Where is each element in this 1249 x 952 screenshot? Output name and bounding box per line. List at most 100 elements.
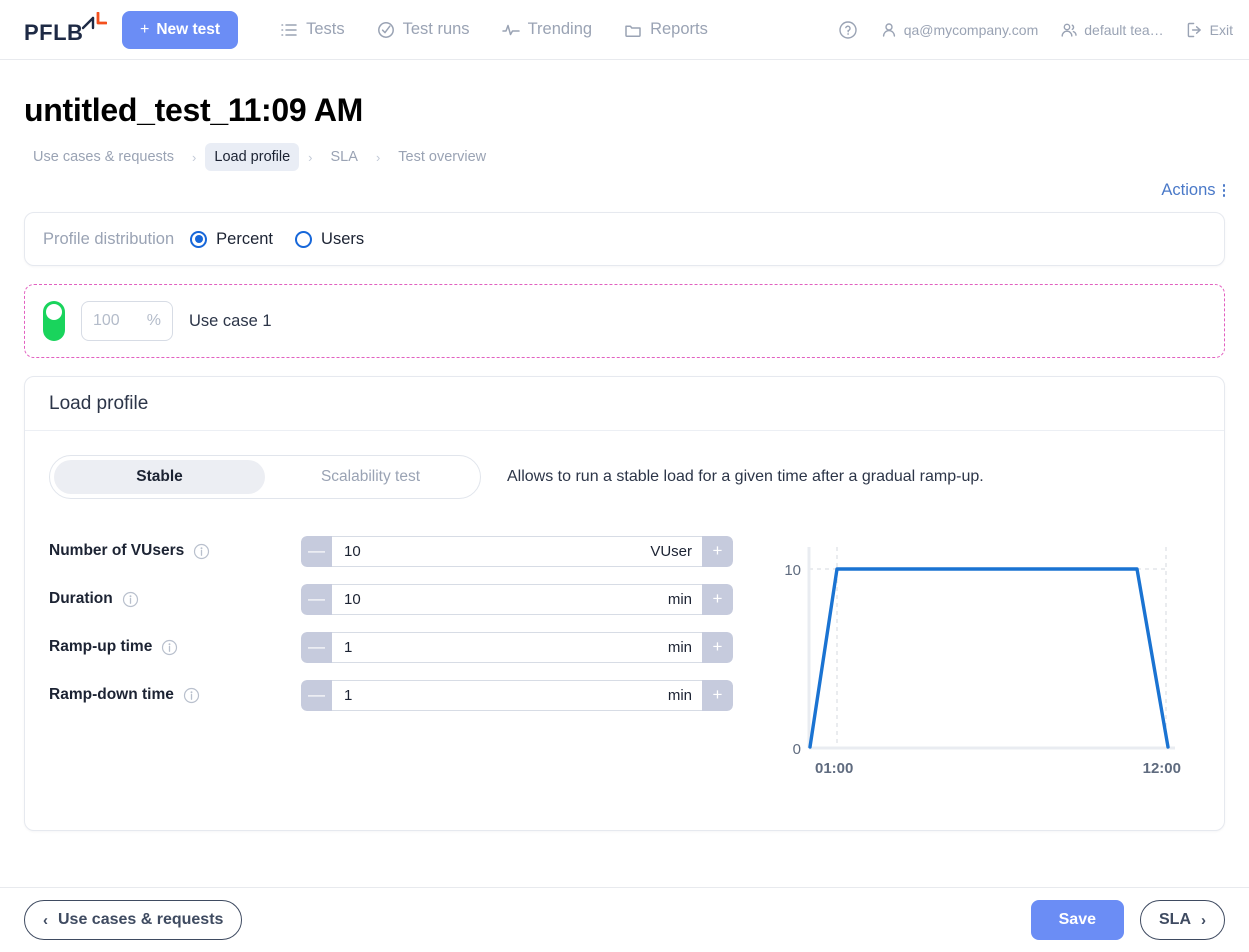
folder-icon bbox=[625, 24, 641, 37]
info-icon[interactable] bbox=[122, 591, 139, 608]
nav-item-trending[interactable]: Trending bbox=[501, 20, 593, 39]
label-duration: Duration bbox=[49, 590, 301, 608]
page-title: untitled_test_11:09 AM bbox=[24, 92, 363, 128]
actions-button[interactable]: Actions bbox=[1161, 181, 1225, 200]
x-tick-0100: 01:00 bbox=[815, 760, 853, 777]
logo-bracket-icon bbox=[81, 11, 107, 29]
ramp-down-unit: min bbox=[667, 686, 692, 704]
new-test-label: New test bbox=[156, 20, 221, 38]
check-circle-icon bbox=[377, 21, 394, 38]
chevron-right-icon: › bbox=[1201, 911, 1206, 929]
vusers-unit: VUser bbox=[650, 542, 692, 560]
radio-users-indicator bbox=[295, 230, 313, 248]
stepper-duration: — 10 min + bbox=[301, 583, 733, 615]
breadcrumb: Use cases & requests › Load profile › SL… bbox=[24, 143, 1225, 171]
save-button[interactable]: Save bbox=[1030, 900, 1124, 940]
nav-item-test-runs[interactable]: Test runs bbox=[377, 20, 470, 39]
tab-scalability-test[interactable]: Scalability test bbox=[265, 460, 476, 494]
breadcrumb-item-sla[interactable]: SLA bbox=[322, 143, 367, 171]
label-ramp-up-time: Ramp-up time bbox=[49, 638, 301, 656]
new-test-button[interactable]: + New test bbox=[122, 10, 239, 49]
actions-row: Actions bbox=[24, 181, 1225, 200]
account-menu[interactable]: qa@mycompany.com bbox=[880, 21, 1039, 39]
team-name: default tea… bbox=[1084, 21, 1164, 38]
stepper-ramp-up: — 1 min + bbox=[301, 631, 733, 663]
nav-label-trending: Trending bbox=[527, 20, 593, 38]
label-ramp-down-time: Ramp-down time bbox=[49, 686, 301, 704]
profile-distribution-radio-group: Percent Users bbox=[190, 230, 364, 249]
duration-unit: min bbox=[667, 590, 692, 608]
y-tick-0: 0 bbox=[793, 741, 801, 758]
breadcrumb-item-load-profile[interactable]: Load profile bbox=[205, 143, 300, 171]
ramp-up-input[interactable]: 1 min bbox=[332, 631, 702, 663]
field-row-ramp-down: Ramp-down time — 1 min + bbox=[49, 671, 739, 719]
user-icon bbox=[882, 22, 895, 37]
breadcrumb-separator-icon: › bbox=[308, 149, 313, 165]
stepper-vusers: — 10 VUser + bbox=[301, 535, 733, 567]
info-icon[interactable] bbox=[161, 639, 178, 656]
label-number-of-vusers: Number of VUsers bbox=[49, 542, 301, 560]
radio-percent-label: Percent bbox=[216, 229, 274, 248]
use-case-enable-toggle[interactable] bbox=[43, 301, 65, 341]
increment-ramp-down-button[interactable]: + bbox=[702, 679, 733, 711]
radio-users[interactable]: Users bbox=[295, 230, 364, 249]
nav-item-tests[interactable]: Tests bbox=[280, 20, 345, 39]
increment-duration-button[interactable]: + bbox=[702, 583, 733, 615]
label-text: Number of VUsers bbox=[49, 542, 185, 559]
page-content: untitled_test_11:09 AM Use cases & reque… bbox=[0, 92, 1249, 831]
actions-label: Actions bbox=[1161, 181, 1216, 199]
account-email: qa@mycompany.com bbox=[903, 21, 1039, 38]
decrement-duration-button[interactable]: — bbox=[301, 583, 332, 615]
ramp-up-unit: min bbox=[667, 638, 692, 656]
exit-button[interactable]: Exit bbox=[1186, 21, 1233, 39]
percent-unit-label: % bbox=[146, 312, 161, 329]
x-tick-1200: 12:00 bbox=[1143, 760, 1181, 777]
ramp-up-value: 1 bbox=[344, 638, 353, 656]
top-navigation-bar: PFLB + New test Tests Test runs Trending… bbox=[0, 0, 1249, 60]
list-icon bbox=[281, 23, 297, 36]
pflb-logo[interactable]: PFLB bbox=[24, 10, 108, 50]
breadcrumb-item-test-overview[interactable]: Test overview bbox=[389, 143, 495, 171]
question-circle-icon[interactable] bbox=[838, 20, 858, 40]
radio-users-label: Users bbox=[321, 229, 365, 248]
activity-icon bbox=[501, 24, 520, 35]
field-row-ramp-up: Ramp-up time — 1 min + bbox=[49, 623, 739, 671]
ramp-down-input[interactable]: 1 min bbox=[332, 679, 702, 711]
load-profile-tabs-row: Stable Scalability test Allows to run a … bbox=[49, 455, 1200, 499]
info-icon[interactable] bbox=[183, 687, 200, 704]
radio-percent-indicator bbox=[190, 230, 208, 248]
team-menu[interactable]: default tea… bbox=[1060, 21, 1164, 39]
decrement-ramp-up-button[interactable]: — bbox=[301, 631, 332, 663]
back-to-use-cases-button[interactable]: ‹ Use cases & requests bbox=[24, 900, 243, 940]
use-case-percent-input[interactable]: 100 % bbox=[81, 301, 173, 341]
next-sla-button[interactable]: SLA › bbox=[1140, 900, 1225, 940]
load-profile-main: Number of VUsers — 10 VUser + Duration —… bbox=[49, 527, 1200, 785]
tab-stable[interactable]: Stable bbox=[54, 460, 265, 494]
vertical-dots-icon bbox=[1222, 184, 1225, 197]
use-case-row: 100 % Use case 1 bbox=[24, 284, 1225, 358]
load-profile-chart-svg: 10 0 01:00 12:00 bbox=[784, 547, 1181, 777]
back-button-label: Use cases & requests bbox=[58, 911, 224, 928]
users-icon bbox=[1061, 23, 1077, 37]
chevron-left-icon: ‹ bbox=[43, 911, 48, 929]
decrement-ramp-down-button[interactable]: — bbox=[301, 679, 332, 711]
sla-button-label: SLA bbox=[1159, 911, 1191, 928]
breadcrumb-separator-icon: › bbox=[375, 149, 381, 165]
vusers-value: 10 bbox=[344, 542, 361, 560]
nav-item-reports[interactable]: Reports bbox=[624, 20, 708, 39]
load-profile-chart: 10 0 01:00 12:00 bbox=[769, 527, 1199, 785]
increment-ramp-up-button[interactable]: + bbox=[702, 631, 733, 663]
decrement-vusers-button[interactable]: — bbox=[301, 535, 332, 567]
load-profile-series-line bbox=[808, 567, 1170, 749]
label-text: Ramp-down time bbox=[49, 686, 174, 703]
ramp-down-value: 1 bbox=[344, 686, 353, 704]
breadcrumb-item-use-cases[interactable]: Use cases & requests bbox=[24, 143, 183, 171]
info-icon[interactable] bbox=[193, 543, 210, 560]
vusers-input[interactable]: 10 VUser bbox=[332, 535, 702, 567]
load-profile-card-body: Stable Scalability test Allows to run a … bbox=[25, 431, 1224, 830]
increment-vusers-button[interactable]: + bbox=[702, 535, 733, 567]
radio-percent[interactable]: Percent bbox=[190, 230, 273, 249]
duration-input[interactable]: 10 min bbox=[332, 583, 702, 615]
y-tick-10: 10 bbox=[784, 562, 801, 579]
breadcrumb-separator-icon: › bbox=[192, 149, 197, 165]
